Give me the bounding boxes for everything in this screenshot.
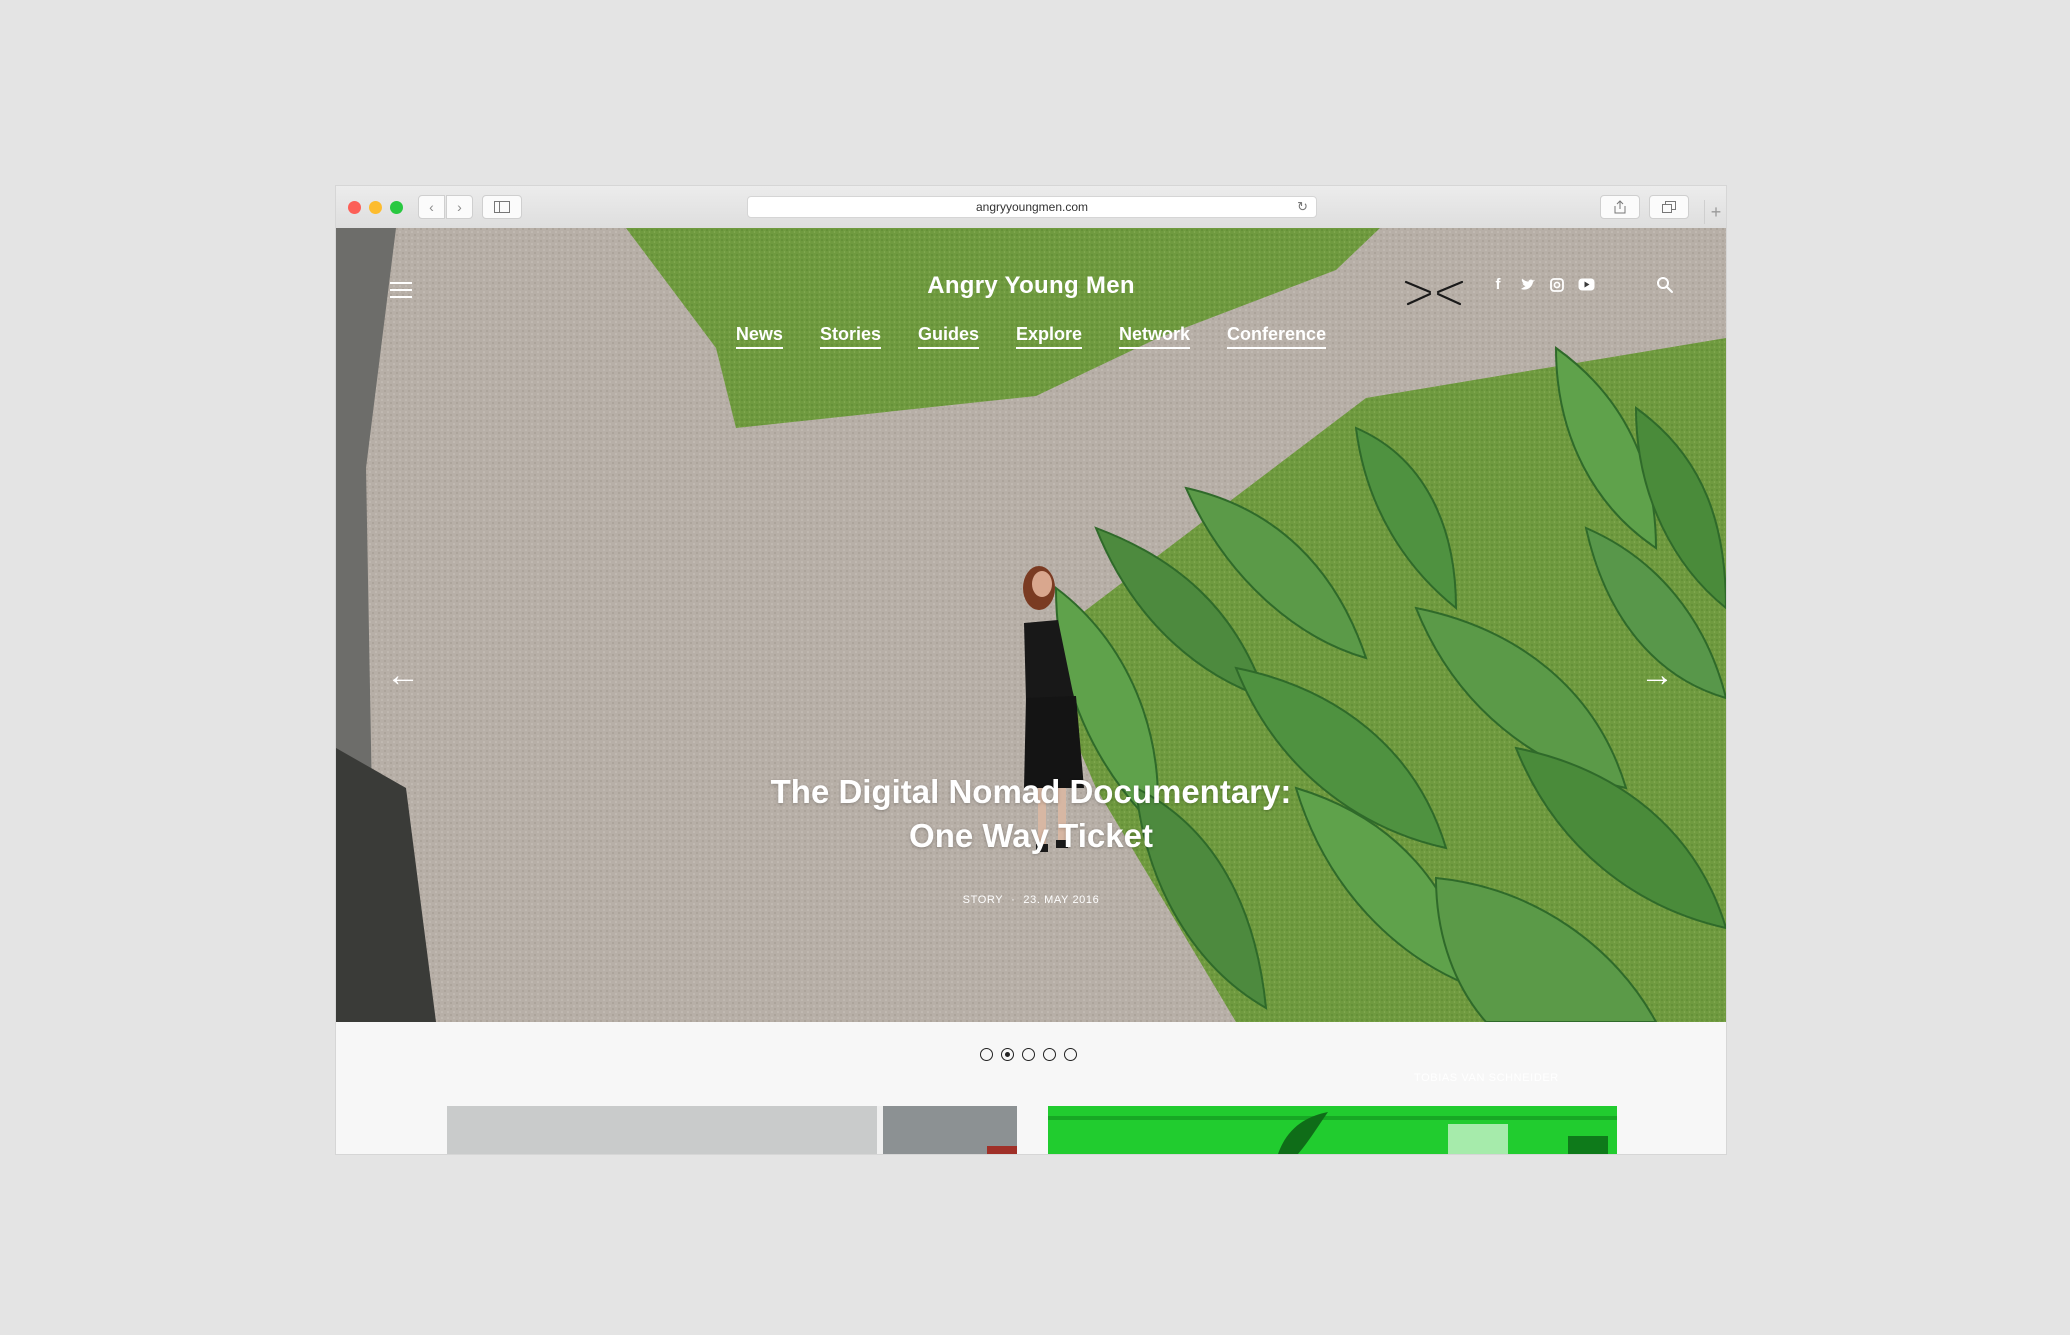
prev-slide-arrow-icon[interactable]: ← (386, 658, 420, 692)
plus-icon: + (1710, 201, 1722, 222)
slider-pagination (980, 1048, 1077, 1061)
card-image-right (1048, 1106, 1617, 1154)
show-tabs-button[interactable] (1649, 195, 1689, 219)
browser-toolbar: ‹ › angryyoungmen.com ↻ + (336, 186, 1726, 229)
article-card-image[interactable] (447, 1106, 1017, 1154)
nav-item-guides[interactable]: Guides (917, 324, 979, 349)
tabs-icon (1662, 201, 1676, 213)
slider-dot-active[interactable] (1001, 1048, 1014, 1061)
nav-item-network[interactable]: Network (1119, 324, 1191, 349)
meta-separator: · (1011, 894, 1016, 906)
sidebar-icon (494, 201, 510, 213)
nav-item-news[interactable]: News (735, 324, 783, 349)
browser-window: ‹ › angryyoungmen.com ↻ + Angry Young Me… (336, 186, 1726, 1154)
hero-category[interactable]: STORY (963, 894, 1004, 906)
slider-dot[interactable] (1064, 1048, 1077, 1061)
hero-date: 23. MAY 2016 (1023, 894, 1100, 906)
nav-item-conference[interactable]: Conference (1227, 324, 1327, 349)
hero-meta: STORY · 23. MAY 2016 (336, 894, 1726, 906)
share-icon (1614, 200, 1626, 214)
address-bar[interactable]: angryyoungmen.com ↻ (747, 196, 1317, 218)
hero-title-line: One Way Ticket (909, 817, 1153, 854)
hero-title-line: The Digital Nomad Documentary: (770, 773, 1292, 810)
chevron-left-icon: ‹ (429, 199, 434, 215)
photo-credit: TOBIAS VAN SCHNEIDER (1414, 1072, 1559, 1084)
hero-title[interactable]: The Digital Nomad Documentary: One Way T… (681, 770, 1381, 858)
sidebar-toggle-button[interactable] (482, 195, 522, 219)
slider-dot[interactable] (1022, 1048, 1035, 1061)
nav-item-explore[interactable]: Explore (1016, 324, 1083, 349)
nav-item-stories[interactable]: Stories (819, 324, 881, 349)
minimize-window-button[interactable] (369, 201, 382, 214)
main-nav: News Stories Guides Explore Network Conf… (336, 324, 1726, 349)
share-button[interactable] (1600, 195, 1640, 219)
url-text: angryyoungmen.com (975, 200, 1089, 214)
social-links: f (1490, 276, 1595, 293)
facebook-icon[interactable]: f (1490, 276, 1506, 293)
brand-logo-icon[interactable] (1404, 278, 1464, 308)
next-slide-arrow-icon[interactable]: → (1640, 658, 1674, 692)
instagram-icon[interactable] (1550, 277, 1564, 292)
new-tab-button[interactable]: + (1704, 200, 1726, 224)
card-image-left (447, 1106, 1017, 1154)
back-button[interactable]: ‹ (418, 195, 445, 219)
youtube-icon[interactable] (1578, 278, 1595, 291)
slider-dot[interactable] (1043, 1048, 1056, 1061)
twitter-icon[interactable] (1520, 278, 1536, 292)
forward-button[interactable]: › (446, 195, 473, 219)
chevron-right-icon: › (457, 199, 462, 215)
slider-dot[interactable] (980, 1048, 993, 1061)
article-card-image[interactable] (1048, 1106, 1617, 1154)
close-window-button[interactable] (348, 201, 361, 214)
hero-slider[interactable]: Angry Young Men News Stories Guides Expl… (336, 228, 1726, 1022)
search-icon[interactable] (1656, 276, 1674, 294)
reload-icon[interactable]: ↻ (1297, 199, 1308, 215)
zoom-window-button[interactable] (390, 201, 403, 214)
